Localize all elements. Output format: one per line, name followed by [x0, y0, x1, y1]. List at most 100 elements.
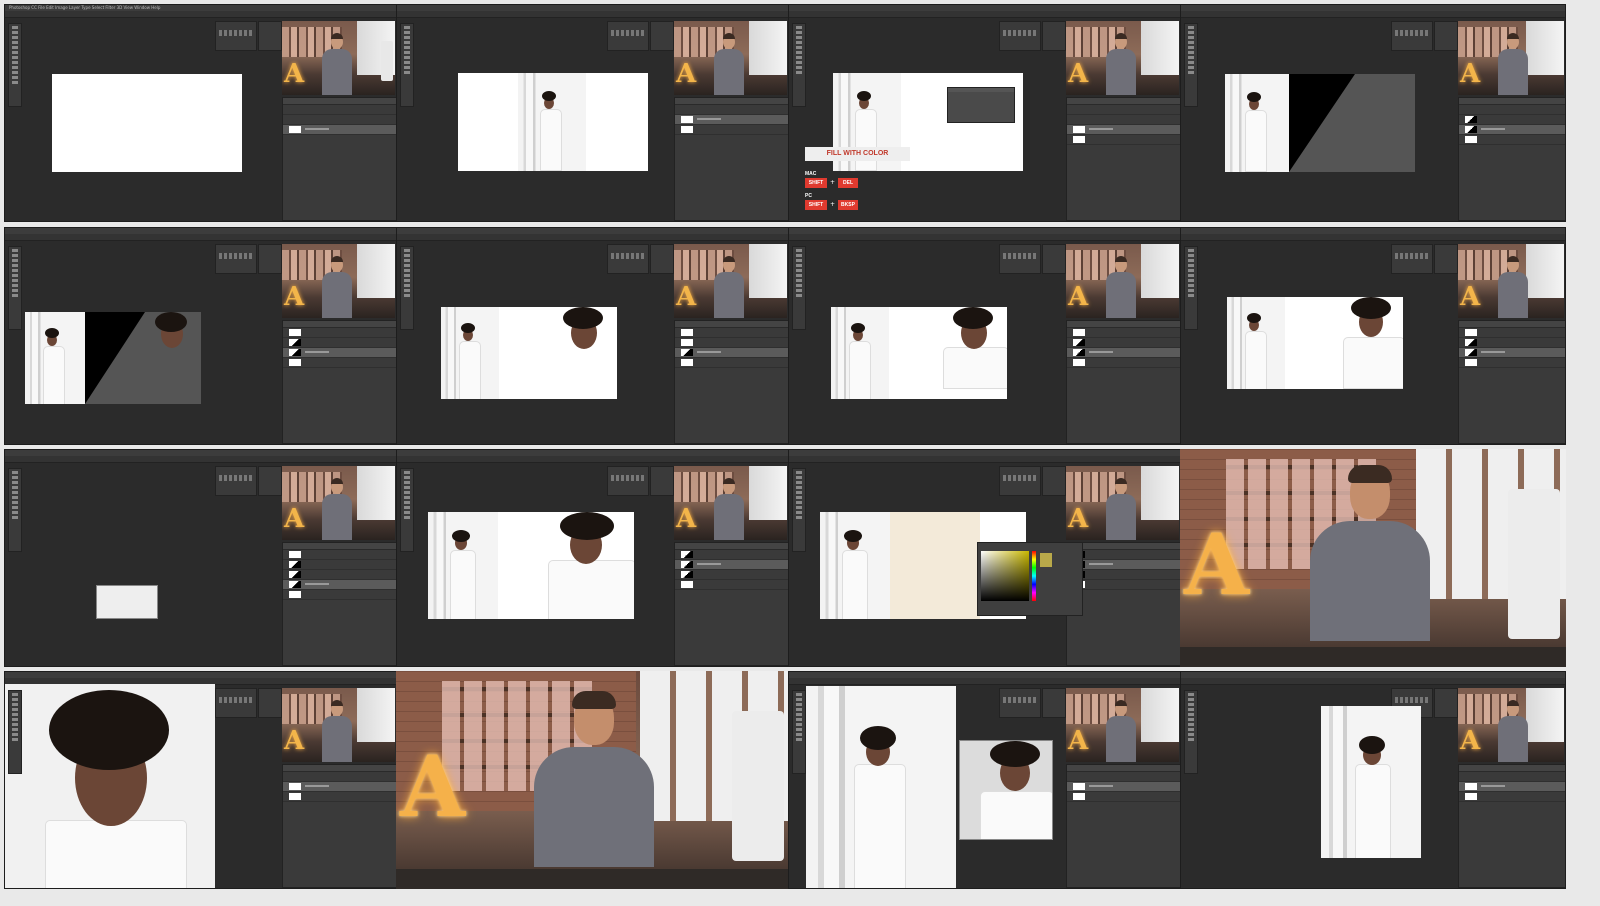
- instructor-webcam: A: [1066, 244, 1179, 318]
- tools-panel[interactable]: [792, 468, 806, 552]
- tools-panel[interactable]: [400, 246, 414, 330]
- zoomed-portrait[interactable]: [5, 684, 215, 888]
- document-canvas[interactable]: [441, 307, 617, 399]
- document-canvas[interactable]: [1225, 74, 1415, 172]
- frame-14-instructor: A: [396, 671, 790, 889]
- photo-layer[interactable]: [1225, 74, 1289, 172]
- imac-monitor: [1508, 489, 1560, 639]
- fill-dialog[interactable]: [947, 87, 1015, 123]
- swatches-panel[interactable]: [215, 21, 257, 51]
- adjustments-panel[interactable]: [258, 21, 282, 51]
- layers-panel[interactable]: [1066, 542, 1181, 666]
- scaled-artwork[interactable]: [96, 585, 158, 619]
- contact-sheet: Photoshop CC File Edit Image Layer Type …: [0, 0, 1600, 906]
- document-canvas[interactable]: [52, 74, 242, 172]
- frame-1: Photoshop CC File Edit Image Layer Type …: [4, 4, 398, 222]
- instructor-webcam: A: [674, 244, 787, 318]
- tools-panel[interactable]: [1184, 690, 1198, 774]
- fill-shortcut-overlay: FILL WITH COLOR MAC SHIFT + DEL PC SHIFT…: [805, 147, 925, 213]
- hue-slider[interactable]: [1032, 551, 1036, 601]
- frame-2: A: [396, 4, 790, 222]
- frame-7: A: [788, 227, 1182, 445]
- color-field[interactable]: [981, 551, 1029, 601]
- options-bar[interactable]: [789, 11, 1181, 18]
- layers-panel[interactable]: [1066, 320, 1181, 444]
- layers-panel[interactable]: [674, 542, 789, 666]
- options-bar[interactable]: [397, 11, 789, 18]
- instructor-webcam: A: [674, 466, 787, 540]
- frame-15: A: [788, 671, 1182, 889]
- layers-panel[interactable]: [282, 320, 397, 444]
- swatches-panel[interactable]: [607, 21, 649, 51]
- tools-panel[interactable]: [792, 690, 806, 774]
- mac-label: MAC: [805, 171, 817, 177]
- new-color-swatch: [1040, 553, 1052, 567]
- layers-panel[interactable]: [1458, 97, 1565, 221]
- tools-panel[interactable]: [792, 246, 806, 330]
- mac-plus: +: [830, 179, 836, 186]
- overlay-title: FILL WITH COLOR: [805, 147, 910, 161]
- instructor-webcam: A: [282, 244, 395, 318]
- frame-4: A: [1180, 4, 1566, 222]
- instructor-webcam: A: [1066, 688, 1179, 762]
- mac-key-del: DEL: [838, 178, 858, 188]
- layers-panel[interactable]: [674, 97, 789, 221]
- photo-document[interactable]: [1321, 706, 1421, 858]
- tools-panel[interactable]: [8, 23, 22, 107]
- tools-panel[interactable]: [792, 23, 806, 107]
- frame-8: A: [1180, 227, 1566, 445]
- document-canvas[interactable]: [428, 512, 634, 619]
- document-canvas[interactable]: [1227, 297, 1403, 389]
- tools-panel[interactable]: [1184, 246, 1198, 330]
- tools-panel[interactable]: [8, 468, 22, 552]
- layers-panel[interactable]: [1458, 320, 1565, 444]
- document-canvas[interactable]: [458, 73, 648, 171]
- pc-key-shift: SHIFT: [805, 200, 827, 210]
- adjustments-panel[interactable]: [1042, 21, 1066, 51]
- layers-panel[interactable]: [674, 320, 789, 444]
- instructor-webcam: A: [674, 21, 787, 95]
- pc-label: PC: [805, 193, 812, 199]
- placed-photo[interactable]: [518, 73, 586, 171]
- frame-13: A: [4, 671, 398, 889]
- marquee-letter-a: A: [400, 737, 466, 836]
- frame-10: A: [396, 449, 790, 667]
- document-canvas[interactable]: [25, 312, 201, 404]
- marquee-letter-a: A: [1184, 515, 1250, 614]
- tools-panel[interactable]: [8, 690, 22, 774]
- layers-panel[interactable]: [282, 764, 397, 888]
- instructor-webcam: A: [1458, 21, 1564, 95]
- document-canvas[interactable]: [831, 307, 1007, 399]
- frame-16: A: [1180, 671, 1566, 889]
- layers-panel[interactable]: [282, 97, 397, 221]
- swatches-panel[interactable]: [1391, 21, 1433, 51]
- frame-6: A: [396, 227, 790, 445]
- layers-panel[interactable]: [282, 542, 397, 666]
- collage-document-window[interactable]: [959, 740, 1053, 840]
- options-bar[interactable]: [1181, 11, 1565, 18]
- instructor-webcam: A: [1066, 21, 1179, 95]
- mac-key-shift: SHIFT: [805, 178, 827, 188]
- layers-panel[interactable]: [1066, 764, 1181, 888]
- pc-plus: +: [830, 201, 836, 208]
- instructor-webcam: A: [1066, 466, 1179, 540]
- adjustments-panel[interactable]: [650, 21, 674, 51]
- tools-panel[interactable]: [400, 23, 414, 107]
- color-picker-dialog[interactable]: [977, 542, 1083, 616]
- layers-panel[interactable]: [1066, 97, 1181, 221]
- options-bar[interactable]: [5, 11, 397, 18]
- instructor-webcam: A: [282, 466, 395, 540]
- tools-panel[interactable]: [1184, 23, 1198, 107]
- frame-12-instructor: A: [1180, 449, 1566, 667]
- black-triangle-shape[interactable]: [1289, 74, 1355, 172]
- instructor-webcam: A: [1458, 244, 1564, 318]
- layers-panel[interactable]: [1458, 764, 1565, 888]
- pc-key-bksp: BKSP: [838, 200, 858, 210]
- swatches-panel[interactable]: [999, 21, 1041, 51]
- adjustments-panel[interactable]: [1434, 21, 1458, 51]
- photo-document[interactable]: [806, 686, 956, 888]
- tools-panel[interactable]: [400, 468, 414, 552]
- instructor-webcam: A: [282, 688, 395, 762]
- tools-panel[interactable]: [8, 246, 22, 330]
- frame-9: A: [4, 449, 398, 667]
